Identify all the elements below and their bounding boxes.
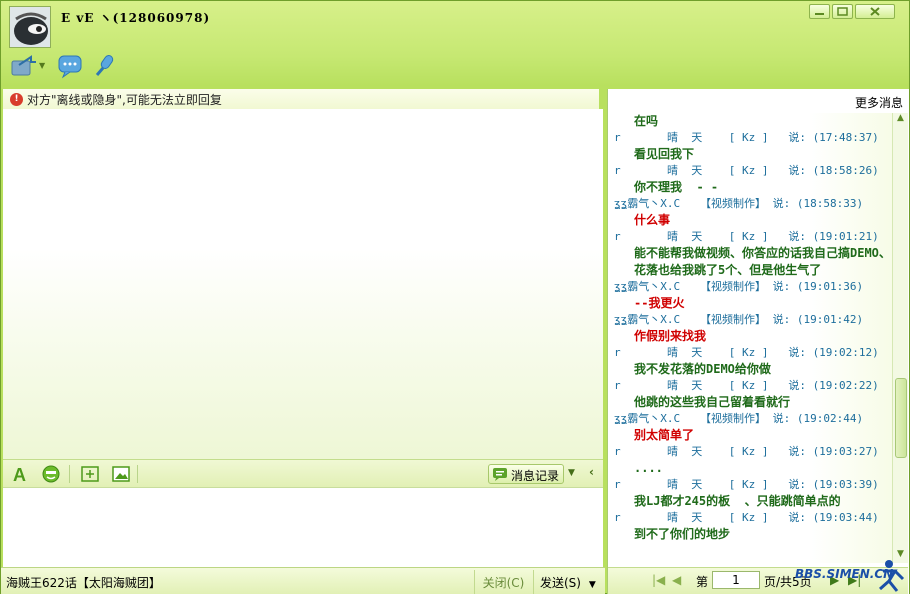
- message-body: 能不能帮我做视频、你答应的话我自己搞DEMO、花落也给我跳了5个、但是他生气了: [634, 246, 891, 277]
- message-list[interactable]: 在吗 r 晴 天 [ Kz ] 说: (17:48:37) 看见回我下 r 晴 天 […: [614, 113, 892, 563]
- close-window-button[interactable]: [855, 4, 895, 19]
- emoticon-icon[interactable]: [41, 464, 61, 487]
- message-header: r 晴 天 [ Kz ] 说: (19:01:21): [614, 230, 879, 243]
- message-body: ....: [634, 461, 663, 475]
- font-icon[interactable]: A: [11, 464, 31, 487]
- screenshot-icon[interactable]: [80, 464, 100, 487]
- message-history-label: 消息记录: [511, 469, 560, 483]
- message-input[interactable]: [3, 487, 603, 567]
- image-icon[interactable]: [111, 464, 131, 487]
- svg-text:A: A: [13, 465, 26, 484]
- first-page-icon[interactable]: |◀: [652, 573, 665, 587]
- contact-status-text: 海贼王622话【太阳海贼团】: [6, 576, 161, 590]
- history-icon: [492, 467, 508, 484]
- offline-notice: ! 对方"离线或隐身",可能无法立即回复: [3, 89, 599, 109]
- message-body: 在吗: [634, 114, 659, 128]
- message-header: r 晴 天 [ Kz ] 说: (19:03:39): [614, 478, 879, 491]
- voice-mic-icon[interactable]: [91, 53, 119, 79]
- chevron-down-icon[interactable]: ▼: [589, 580, 596, 590]
- message-body: 他跳的这些我自己留着看就行: [634, 395, 791, 409]
- transfer-file-icon[interactable]: [9, 53, 37, 79]
- message-header: r 晴 天 [ Kz ] 说: (17:48:37): [614, 131, 879, 144]
- minimize-button[interactable]: [809, 4, 830, 19]
- message-header: r 晴 天 [ Kz ] 说: (19:02:22): [614, 379, 879, 392]
- more-messages-link[interactable]: 更多消息: [855, 94, 903, 111]
- message-body: 我不发花落的DEMO给你做: [634, 362, 771, 376]
- message-panel: 更多消息 在吗 r 晴 天 [ Kz ] 说: (17:48:37) 看见回我下 r …: [607, 89, 909, 594]
- message-body: 我LJ都才245的板 、只能跳简单点的: [634, 494, 841, 508]
- message-item: r 晴 天 [ Kz ] 说: (19:01:21) 能不能帮我做视频、你答应的话…: [614, 229, 892, 279]
- message-body: 到不了你们的地步: [634, 527, 731, 541]
- scroll-up-icon[interactable]: ▲: [893, 113, 908, 127]
- chevron-down-icon[interactable]: ▼: [39, 61, 45, 70]
- message-item: ʓʓ霸气丶X.C 【视频制作】 说: (19:02:44) 别太简单了: [614, 411, 892, 444]
- prev-page-icon[interactable]: ◀: [672, 573, 681, 587]
- message-item: r 晴 天 [ Kz ] 说: (19:02:12) 我不发花落的DEMO给你做: [614, 345, 892, 378]
- message-scrollbar[interactable]: ▲ ▼: [892, 113, 908, 563]
- message-body: 什么事: [634, 213, 671, 227]
- message-body: 看见回我下: [634, 147, 695, 161]
- video-chat-icon[interactable]: [57, 53, 85, 79]
- watermark-logo-icon: [875, 557, 907, 594]
- message-item: ʓʓ霸气丶X.C 【视频制作】 说: (18:58:33) 什么事: [614, 196, 892, 229]
- format-toolbar: A 消息记录 ▼ ‹: [3, 459, 603, 487]
- contact-avatar[interactable]: [9, 6, 51, 48]
- message-history-button[interactable]: 消息记录: [488, 464, 564, 484]
- offline-notice-text: 对方"离线或隐身",可能无法立即回复: [27, 93, 222, 107]
- message-header: r 晴 天 [ Kz ] 说: (19:03:27): [614, 445, 879, 458]
- page-number-input[interactable]: 1: [712, 571, 760, 589]
- contact-name: E vE ヽ(128060978): [61, 11, 211, 25]
- send-button[interactable]: 发送(S) ▼: [533, 570, 603, 594]
- message-body: --我更火: [634, 296, 685, 310]
- message-item: ʓʓ霸气丶X.C 【视频制作】 说: (19:01:42) 作假别来找我: [614, 312, 892, 345]
- message-item: r 晴 天 [ Kz ] 说: (17:48:37) 看见回我下: [614, 130, 892, 163]
- message-item: 在吗: [614, 113, 892, 130]
- message-header: r 晴 天 [ Kz ] 说: (19:02:12): [614, 346, 879, 359]
- message-item: r 晴 天 [ Kz ] 说: (19:02:22) 他跳的这些我自己留着看就行: [614, 378, 892, 411]
- message-item: ʓʓ霸气丶X.C 【视频制作】 说: (19:01:36) --我更火: [614, 279, 892, 312]
- message-item: r 晴 天 [ Kz ] 说: (18:58:26) 你不理我 - -: [614, 163, 892, 196]
- message-item: r 晴 天 [ Kz ] 说: (19:03:44) 到不了你们的地步: [614, 510, 892, 543]
- message-item: r 晴 天 [ Kz ] 说: (19:03:39) 我LJ都才245的板 、只能…: [614, 477, 892, 510]
- chevron-down-icon[interactable]: ▼: [568, 468, 575, 478]
- send-button-label: 发送(S): [540, 576, 581, 590]
- message-header: ʓʓ霸气丶X.C 【视频制作】 说: (19:02:44): [614, 412, 864, 425]
- alert-icon: !: [10, 93, 23, 106]
- message-item: r 晴 天 [ Kz ] 说: (19:03:27)....: [614, 444, 892, 477]
- collapse-panel-icon[interactable]: ‹: [589, 465, 594, 479]
- message-header: ʓʓ霸气丶X.C 【视频制作】 说: (19:01:36): [614, 280, 864, 293]
- message-body: 你不理我 - -: [634, 180, 719, 194]
- chat-window: E vE ヽ(128060978) ▼ ! 对方"离线或隐身",可能无法立即回复…: [0, 0, 910, 594]
- divider: [69, 465, 70, 483]
- bottom-bar: 海贼王622话【太阳海贼团】 关闭(C) 发送(S) ▼: [1, 567, 605, 594]
- close-button[interactable]: 关闭(C): [474, 570, 532, 594]
- message-header: ʓʓ霸气丶X.C 【视频制作】 说: (18:58:33): [614, 197, 864, 210]
- message-header: r 晴 天 [ Kz ] 说: (18:58:26): [614, 164, 879, 177]
- message-header: r 晴 天 [ Kz ] 说: (19:03:44): [614, 511, 879, 524]
- message-header: ʓʓ霸气丶X.C 【视频制作】 说: (19:01:42): [614, 313, 864, 326]
- maximize-button[interactable]: [832, 4, 853, 19]
- chat-display-area[interactable]: [3, 109, 603, 459]
- scroll-thumb[interactable]: [895, 378, 907, 458]
- divider: [137, 465, 138, 483]
- message-body: 别太简单了: [634, 428, 695, 442]
- message-body: 作假别来找我: [634, 329, 707, 343]
- page-prefix: 第: [696, 575, 709, 589]
